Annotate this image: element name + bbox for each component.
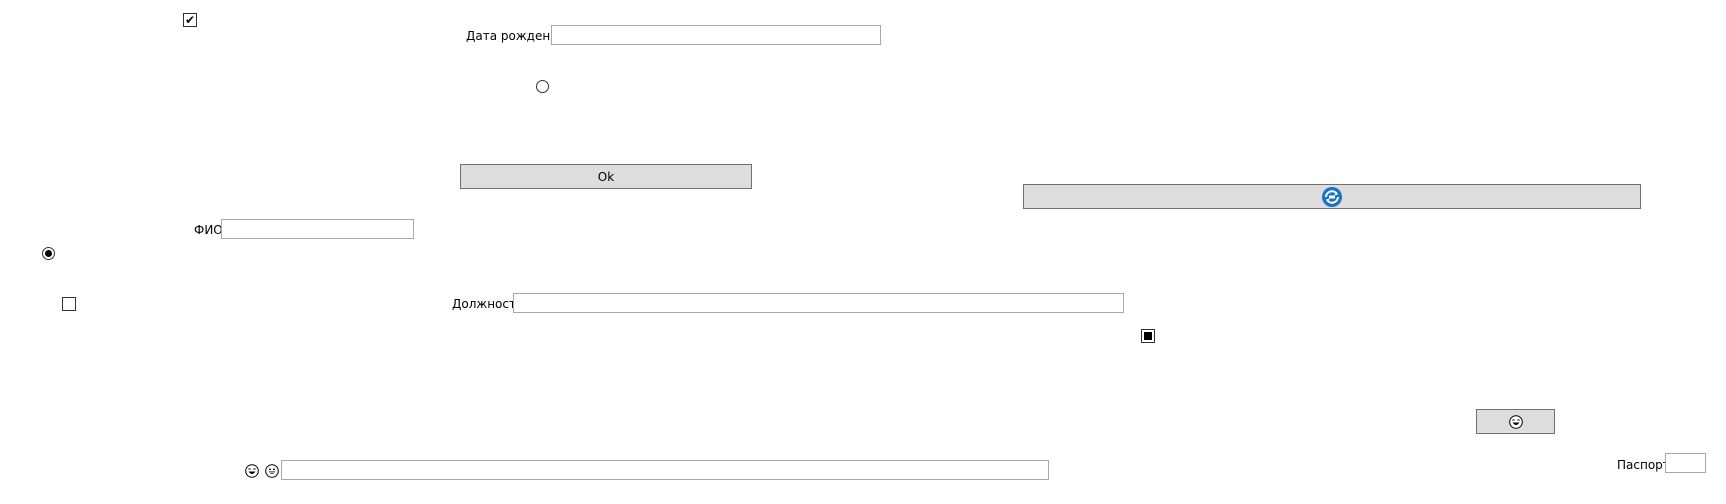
indeterminate-mark-icon: [1144, 332, 1152, 340]
left-checkbox[interactable]: [62, 297, 76, 311]
checkmark-icon: ✔: [184, 13, 196, 27]
left-radio-button[interactable]: [42, 247, 55, 260]
laughing-emoji-icon: [245, 464, 259, 478]
refresh-icon: [1322, 186, 1342, 207]
position-input[interactable]: [513, 293, 1124, 313]
grinning-emoji-icon: [265, 464, 279, 478]
radio-selected-dot: [45, 250, 52, 257]
bottom-text-input[interactable]: [281, 460, 1049, 480]
passport-label: Паспорт: [1617, 458, 1670, 472]
birth-date-input[interactable]: [551, 25, 881, 45]
ok-button[interactable]: Ok: [460, 164, 752, 189]
emoji-button[interactable]: [1476, 409, 1555, 434]
fio-label: ФИО: [194, 223, 223, 237]
laughing-emoji-icon: [1508, 414, 1523, 429]
refresh-button[interactable]: [1023, 184, 1641, 209]
passport-input[interactable]: [1665, 453, 1706, 473]
fio-input[interactable]: [221, 219, 414, 239]
top-checkbox[interactable]: ✔: [183, 13, 197, 27]
right-checkbox[interactable]: [1141, 329, 1155, 343]
top-radio-button[interactable]: [536, 80, 549, 93]
